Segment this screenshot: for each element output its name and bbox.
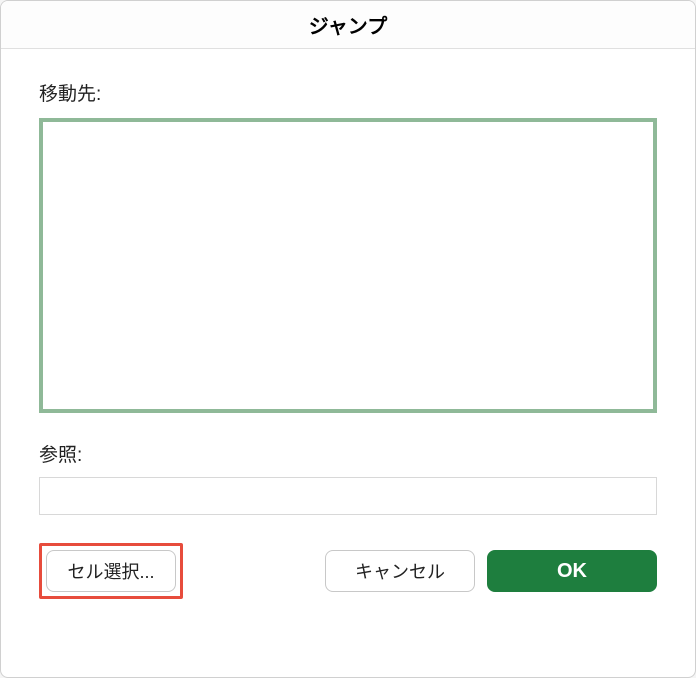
title-bar: ジャンプ (1, 1, 695, 49)
cell-select-button[interactable]: セル選択... (46, 550, 176, 592)
dialog-body: 移動先: 参照: セル選択... キャンセル OK (1, 49, 695, 619)
goto-label: 移動先: (39, 79, 657, 106)
goto-listbox[interactable] (39, 118, 657, 413)
dialog-title: ジャンプ (309, 10, 387, 39)
button-row: セル選択... キャンセル OK (39, 543, 657, 599)
annotation-highlight: セル選択... (39, 543, 183, 599)
cancel-button[interactable]: キャンセル (325, 550, 475, 592)
reference-input[interactable] (39, 477, 657, 515)
reference-label: 参照: (39, 440, 657, 467)
jump-dialog: ジャンプ 移動先: 参照: セル選択... キャンセル OK (0, 0, 696, 678)
ok-button[interactable]: OK (487, 550, 657, 592)
